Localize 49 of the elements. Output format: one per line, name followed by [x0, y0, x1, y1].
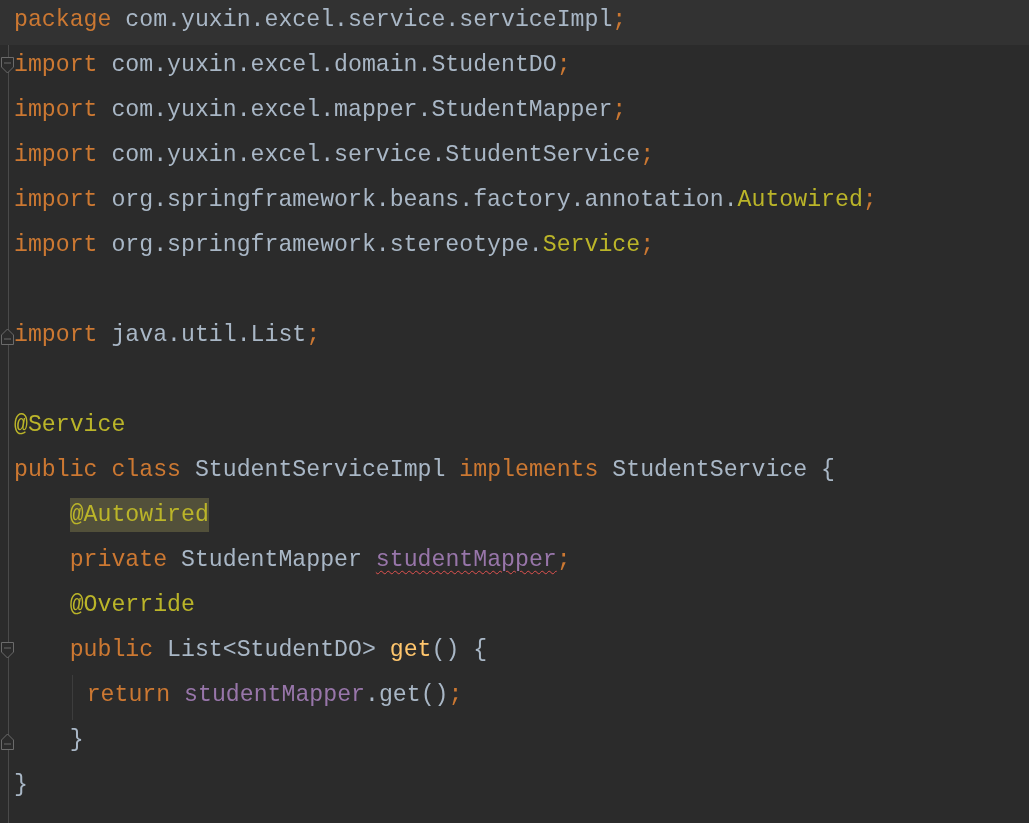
- keyword-text: import: [14, 97, 98, 123]
- code-text: }: [14, 772, 28, 798]
- semicolon-text: ;: [640, 232, 655, 258]
- keyword-text: import: [14, 142, 98, 168]
- code-text: com.yuxin.excel.domain.StudentDO: [110, 52, 557, 78]
- code-text: org.springframework.stereotype.: [110, 232, 543, 258]
- semicolon-text: ;: [862, 187, 877, 213]
- semicolon-text: ;: [306, 322, 321, 348]
- code-text: com.yuxin.excel.service.serviceImpl: [124, 7, 613, 33]
- code-text: List<StudentDO>: [166, 637, 377, 663]
- method-name-text: get: [389, 637, 432, 663]
- annotation-text: @Autowired: [69, 498, 209, 532]
- fold-start-icon[interactable]: [1, 642, 15, 659]
- keyword-text: import: [14, 187, 98, 213]
- semicolon-text: ;: [556, 52, 571, 78]
- code-text: java.util.List: [110, 322, 307, 348]
- keyword-text: return: [86, 682, 171, 708]
- code-text: com.yuxin.excel.mapper.StudentMapper: [110, 97, 613, 123]
- keyword-text: import: [14, 322, 98, 348]
- semicolon-text: ;: [640, 142, 655, 168]
- code-text: StudentMapper: [180, 547, 363, 573]
- fold-start-icon[interactable]: [1, 57, 15, 74]
- code-text: com.yuxin.excel.service.StudentService: [110, 142, 641, 168]
- semicolon-text: ;: [556, 547, 571, 573]
- keyword-text: import: [14, 52, 98, 78]
- keyword-text: public: [14, 457, 98, 483]
- keyword-text: package: [14, 7, 112, 33]
- keyword-text: implements: [458, 457, 599, 483]
- annotation-text: Autowired: [737, 187, 863, 213]
- semicolon-text: ;: [448, 682, 463, 708]
- annotation-text: Service: [542, 232, 641, 258]
- code-text: () {: [431, 637, 488, 663]
- code-text: org.springframework.beans.factory.annotation.: [110, 187, 738, 213]
- code-text: StudentService {: [611, 457, 835, 483]
- keyword-text: import: [14, 232, 98, 258]
- fold-end-icon[interactable]: [1, 328, 15, 345]
- field-name-text: studentMapper: [183, 682, 365, 708]
- keyword-text: class: [110, 457, 181, 483]
- annotation-text: @Service: [14, 412, 126, 438]
- semicolon-text: ;: [612, 7, 627, 33]
- annotation-text: @Override: [69, 592, 195, 618]
- code-text: StudentServiceImpl: [193, 457, 446, 483]
- semicolon-text: ;: [612, 97, 627, 123]
- keyword-text: private: [69, 547, 168, 573]
- fold-end-icon[interactable]: [1, 733, 15, 750]
- code-text: .get(): [365, 682, 449, 708]
- keyword-text: public: [69, 637, 154, 663]
- code-text: }: [69, 727, 84, 753]
- field-name-text: studentMapper: [375, 547, 557, 573]
